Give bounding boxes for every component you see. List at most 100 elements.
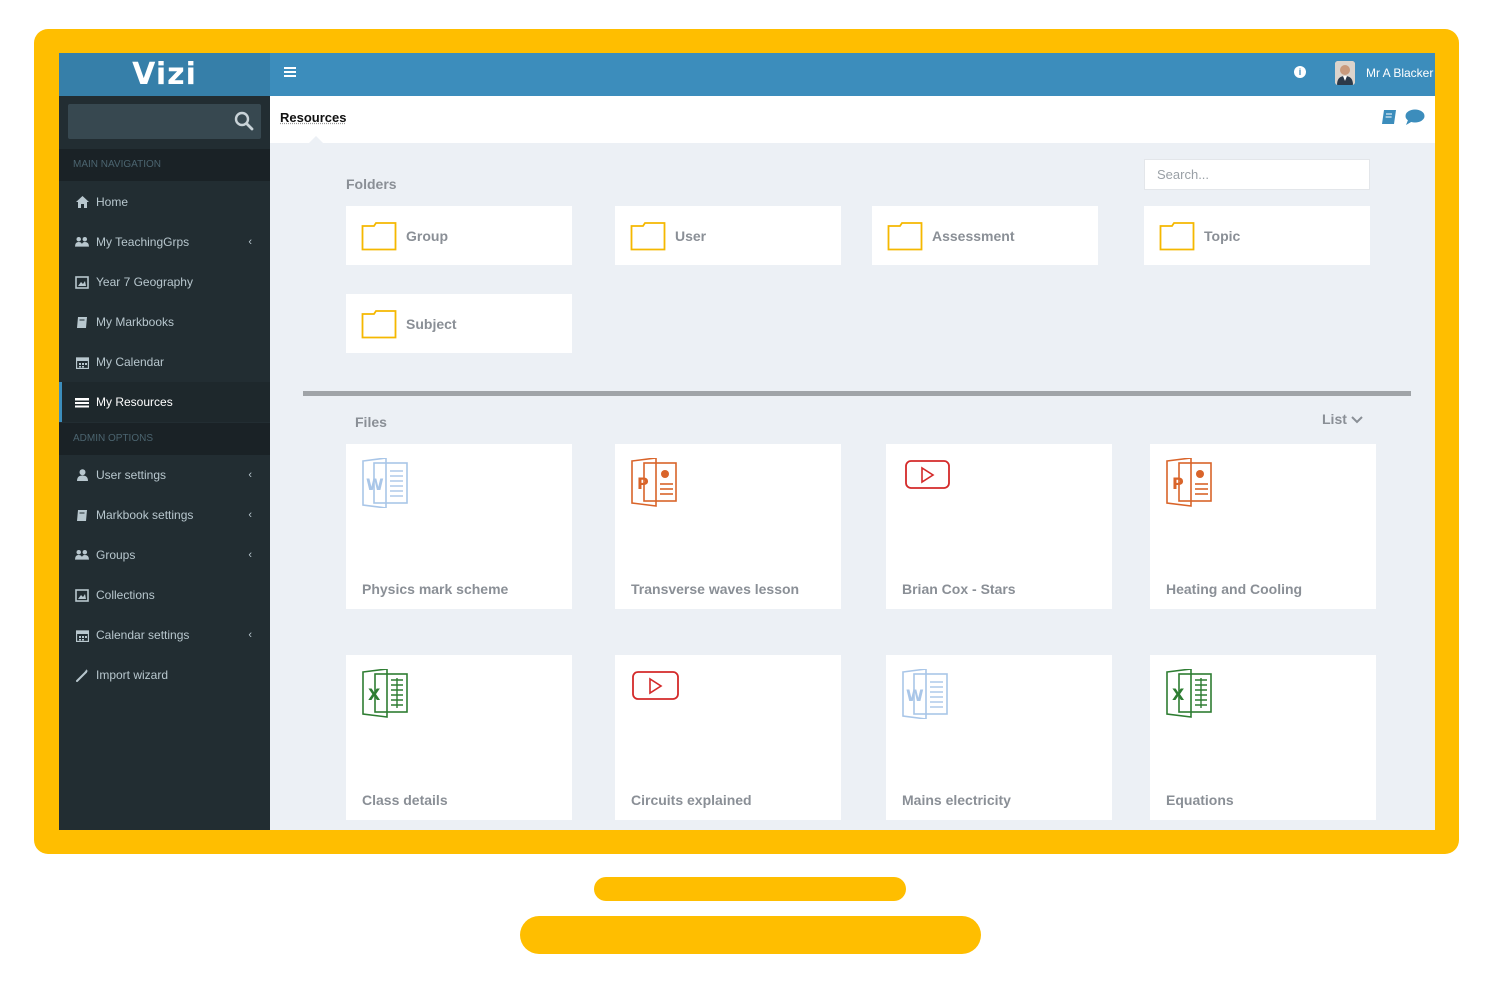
chevron-left-icon: ‹ [248, 469, 252, 481]
word-file-icon: W [902, 669, 948, 719]
avatar[interactable] [1335, 61, 1355, 85]
svg-text:P: P [1172, 474, 1184, 493]
app-screen: Vizi MAIN NAVIGATION Home My TeachingGrp… [59, 53, 1435, 830]
book-icon [75, 315, 89, 329]
sidebar-item-label: Calendar settings [96, 628, 190, 642]
search-icon[interactable] [234, 111, 254, 131]
powerpoint-file-icon: P [1166, 458, 1212, 507]
file-card[interactable]: W Mains electricity [886, 655, 1112, 820]
sidebar-item-label: Import wizard [96, 668, 169, 682]
image-icon [75, 275, 89, 289]
content-header: Resources [270, 96, 1435, 144]
folder-subject[interactable]: Subject [346, 294, 572, 353]
monitor-stand-base [520, 916, 981, 954]
admin-options-header: ADMIN OPTIONS [59, 423, 270, 455]
sidebar-item-user-settings[interactable]: User settings ‹ [59, 455, 270, 495]
image-icon [75, 588, 89, 602]
folder-label: Group [406, 227, 448, 244]
excel-file-icon: X [1166, 669, 1212, 718]
user-name[interactable]: Mr A Blacker [1366, 66, 1433, 80]
sidebar-item-markbook-settings[interactable]: Markbook settings ‹ [59, 495, 270, 535]
menu-toggle-icon[interactable] [284, 67, 296, 78]
folders-label: Folders [346, 176, 397, 192]
folder-group[interactable]: Group [346, 206, 572, 265]
file-name: Class details [362, 792, 448, 808]
sidebar-item-my-markbooks[interactable]: My Markbooks [59, 302, 270, 342]
book-icon [75, 508, 89, 522]
folder-label: Subject [406, 315, 457, 332]
sidebar-item-my-calendar[interactable]: My Calendar [59, 342, 270, 382]
resources-icon [75, 395, 89, 409]
info-icon[interactable]: i [1294, 66, 1306, 78]
page-title: Resources [280, 110, 347, 125]
folder-assessment[interactable]: Assessment [872, 206, 1098, 265]
sidebar-item-calendar-settings[interactable]: Calendar settings ‹ [59, 615, 270, 655]
sidebar-item-import-wizard[interactable]: Import wizard [59, 655, 270, 695]
wand-icon [75, 668, 89, 682]
chevron-left-icon: ‹ [248, 549, 252, 561]
file-name: Physics mark scheme [362, 581, 509, 597]
header-caret [308, 136, 324, 144]
chevron-down-icon [1351, 416, 1363, 424]
resources-search-input[interactable]: Search... [1144, 159, 1370, 190]
sidebar-item-my-teachinggrps[interactable]: My TeachingGrps ‹ [59, 222, 270, 262]
users-icon [75, 235, 89, 249]
users-icon [75, 548, 89, 562]
logo-box[interactable]: Vizi [59, 53, 270, 96]
chat-icon[interactable] [1405, 109, 1425, 126]
folder-label: User [675, 227, 707, 244]
sidebar-item-label: My Calendar [96, 355, 165, 369]
folder-icon [887, 221, 923, 250]
file-name: Transverse waves lesson [631, 581, 800, 597]
video-file-icon [905, 460, 950, 489]
file-name: Brian Cox - Stars [902, 581, 1016, 597]
file-card[interactable]: X Equations [1150, 655, 1376, 820]
file-card[interactable]: X Class details [346, 655, 572, 820]
user-icon [75, 468, 89, 482]
calendar-icon [75, 355, 89, 369]
file-name: Mains electricity [902, 792, 1011, 808]
chevron-left-icon: ‹ [248, 236, 252, 248]
sidebar-item-label: Home [96, 195, 129, 209]
file-card[interactable]: W Physics mark scheme [346, 444, 572, 609]
top-navbar: i Mr A Blacker [270, 53, 1435, 96]
file-card[interactable]: P Transverse waves lesson [615, 444, 841, 609]
folder-icon [361, 221, 397, 250]
svg-text:P: P [637, 474, 649, 493]
main-navigation-header: MAIN NAVIGATION [59, 149, 270, 181]
folder-topic[interactable]: Topic [1144, 206, 1370, 265]
file-name: Heating and Cooling [1166, 581, 1303, 597]
file-card[interactable]: P Heating and Cooling [1150, 444, 1376, 609]
svg-text:X: X [1172, 685, 1185, 704]
sidebar-item-home[interactable]: Home [59, 182, 270, 222]
view-toggle-dropdown[interactable]: List [1322, 411, 1363, 427]
file-card[interactable]: Circuits explained [615, 655, 841, 820]
sidebar-search-input[interactable] [68, 104, 261, 139]
folder-icon [361, 309, 397, 338]
folder-icon [1159, 221, 1195, 250]
powerpoint-file-icon: P [631, 458, 677, 507]
sidebar-item-collections[interactable]: Collections [59, 575, 270, 615]
folder-user[interactable]: User [615, 206, 841, 265]
word-file-icon: W [362, 458, 408, 508]
sidebar-item-label: My TeachingGrps [96, 235, 190, 249]
sidebar-item-label: My Markbooks [96, 315, 175, 329]
sidebar-item-label: Collections [96, 588, 155, 602]
sidebar-item-label: Groups [96, 548, 136, 562]
view-toggle-label: List [1322, 411, 1347, 427]
sidebar-item-label: Year 7 Geography [96, 275, 193, 289]
monitor-stand-neck [594, 877, 906, 901]
sidebar-item-groups[interactable]: Groups ‹ [59, 535, 270, 575]
files-label: Files [355, 414, 387, 430]
sidebar: Vizi MAIN NAVIGATION Home My TeachingGrp… [59, 53, 270, 830]
folder-label: Assessment [932, 227, 1015, 244]
folder-icon [630, 221, 666, 250]
sidebar-item-year-7-geography[interactable]: Year 7 Geography [59, 262, 270, 302]
video-file-icon [632, 671, 679, 700]
book-icon[interactable] [1381, 109, 1397, 125]
folder-label: Topic [1204, 227, 1241, 244]
file-card[interactable]: Brian Cox - Stars [886, 444, 1112, 609]
sidebar-item-my-resources[interactable]: My Resources [59, 382, 270, 422]
file-name: Equations [1166, 792, 1234, 808]
home-icon [75, 195, 89, 209]
